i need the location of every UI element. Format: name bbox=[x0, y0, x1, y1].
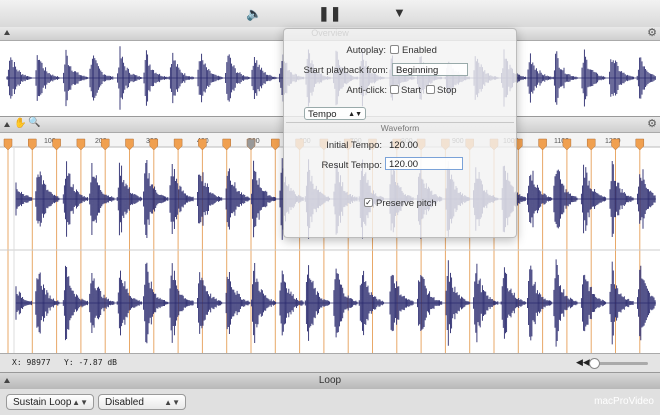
status-bar: X: 98977 Y: -7.87 dB ◀◀ bbox=[0, 353, 660, 373]
start-playback-label: Start playback from: bbox=[303, 65, 388, 76]
pause-icon[interactable]: ❚❚ bbox=[318, 5, 341, 22]
slice-marker-flag[interactable] bbox=[28, 138, 37, 151]
initial-tempo-value: 120.00 bbox=[385, 138, 463, 151]
gear-icon[interactable]: ⚙ bbox=[647, 117, 657, 132]
collapse-triangle-icon[interactable] bbox=[4, 122, 10, 127]
slice-marker-flag[interactable] bbox=[198, 138, 207, 151]
anticlick-stop-checkbox[interactable] bbox=[426, 85, 435, 94]
initial-tempo-text: 120.00 bbox=[389, 140, 419, 151]
result-tempo-label: Result Tempo: bbox=[321, 160, 382, 171]
y-readout: Y: -7.87 dB bbox=[64, 358, 117, 367]
autoplay-checkbox[interactable] bbox=[390, 45, 399, 54]
slice-marker-flag[interactable] bbox=[271, 138, 280, 151]
zoom-icon[interactable]: 🔍 bbox=[28, 117, 40, 128]
popup-arrows-icon: ▲▼ bbox=[348, 111, 362, 118]
slice-marker-flag[interactable] bbox=[125, 138, 134, 151]
marker-icon[interactable]: ▼ bbox=[393, 5, 406, 20]
loop-state-popup[interactable]: Disabled ▲▼ bbox=[98, 394, 186, 410]
slice-marker-flag[interactable] bbox=[173, 138, 183, 151]
preserve-pitch-checkbox[interactable]: ✓ bbox=[364, 198, 373, 207]
start-playback-value: Beginning bbox=[396, 65, 439, 76]
toolbar: 🔈 ❚❚ ▼ bbox=[0, 0, 660, 28]
loop-title: Loop bbox=[318, 375, 342, 386]
autoplay-label: Autoplay: bbox=[346, 45, 386, 56]
slice-marker-flag[interactable] bbox=[222, 138, 231, 151]
watermark-logo: macProVideo bbox=[594, 396, 654, 407]
zoom-slider-knob[interactable] bbox=[589, 358, 600, 369]
result-tempo-input[interactable]: 120.00 bbox=[385, 157, 463, 170]
slice-marker-flag[interactable] bbox=[3, 138, 13, 151]
start-playback-popup[interactable]: Beginning bbox=[392, 63, 468, 76]
speaker-icon[interactable]: 🔈 bbox=[246, 6, 262, 22]
zoom-out-icon[interactable]: ◀◀ bbox=[576, 357, 590, 368]
result-tempo-text: 120.00 bbox=[389, 159, 419, 170]
hand-tool-icon[interactable]: ✋ bbox=[14, 118, 26, 129]
anticlick-stop-label: Stop bbox=[437, 85, 457, 96]
slice-marker-flag[interactable] bbox=[562, 138, 572, 151]
zoom-slider[interactable] bbox=[594, 362, 648, 365]
loop-controls: Sustain Loop ▲▼ Disabled ▲▼ bbox=[0, 389, 660, 415]
waveform-channel-right bbox=[15, 259, 656, 347]
slice-marker-flag[interactable] bbox=[586, 138, 596, 151]
slice-marker-flag[interactable] bbox=[76, 138, 86, 151]
slice-marker-flag[interactable] bbox=[52, 138, 61, 151]
slice-marker-flag[interactable] bbox=[149, 138, 159, 151]
playback-inspector-panel: Autoplay: Enabled Start playback from: B… bbox=[283, 28, 517, 238]
loop-state-value: Disabled bbox=[105, 397, 144, 408]
loop-mode-value: Sustain Loop bbox=[13, 397, 72, 408]
x-readout: X: 98977 bbox=[12, 358, 51, 367]
loop-mode-popup[interactable]: Sustain Loop ▲▼ bbox=[6, 394, 94, 410]
tempo-popup-value: Tempo bbox=[308, 109, 337, 120]
slice-marker-flag[interactable] bbox=[611, 138, 620, 151]
preserve-pitch-label: Preserve pitch bbox=[376, 198, 437, 209]
anticlick-start-checkbox[interactable] bbox=[390, 85, 399, 94]
waveform-section-title: Waveform bbox=[286, 122, 514, 134]
slice-marker-flag[interactable] bbox=[100, 138, 110, 151]
anticlick-label: Anti-click: bbox=[346, 85, 387, 96]
tempo-popup[interactable]: Tempo ▲▼ bbox=[304, 107, 366, 120]
initial-tempo-label: Initial Tempo: bbox=[326, 140, 382, 151]
anticlick-start-label: Start bbox=[401, 85, 422, 96]
slice-marker-flag[interactable] bbox=[538, 138, 547, 151]
slice-marker-flag[interactable] bbox=[635, 138, 645, 151]
gear-icon[interactable]: ⚙ bbox=[647, 27, 657, 40]
autoplay-checkbox-label: Enabled bbox=[402, 45, 437, 56]
loop-header: Loop bbox=[0, 372, 660, 390]
popup-arrows-icon: ▲▼ bbox=[72, 398, 88, 407]
popup-arrows-icon: ▲▼ bbox=[164, 398, 180, 407]
slice-marker-flag[interactable] bbox=[246, 138, 256, 151]
